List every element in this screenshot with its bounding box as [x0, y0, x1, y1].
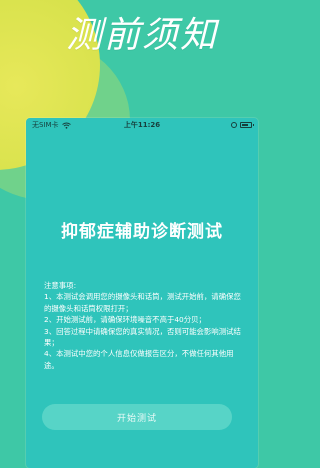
notice-item-2: 2、开始测试前，请确保环境噪音不高于40分贝； — [44, 315, 206, 325]
notice-item-4: 4、本测试中您的个人信息仅做报告区分，不做任何其他用途。 — [44, 349, 234, 370]
battery-icon — [240, 122, 254, 128]
status-bar: 无SIM卡 上午11:26 — [26, 118, 258, 132]
battery-level — [242, 124, 248, 126]
start-test-button[interactable]: 开始测试 — [42, 404, 232, 430]
alarm-icon — [231, 122, 237, 128]
notice-item-1: 1、本测试会调用您的摄像头和话筒，测试开始前，请确保您的摄像头和话筒权限打开； — [44, 292, 241, 313]
page-headline: 测前须知 — [65, 15, 218, 56]
wifi-icon — [61, 122, 71, 129]
status-right — [231, 122, 254, 128]
test-title: 抑郁症辅助诊断测试 — [61, 222, 223, 242]
carrier-label: 无SIM卡 — [32, 121, 59, 129]
phone-screen: 无SIM卡 上午11:26 抑郁症辅助诊断测试 注意事项: 1、本测试会调用您的… — [26, 118, 258, 468]
notice-item-3: 3、回答过程中请确保您的真实情况，否则可能会影响测试结果； — [44, 326, 241, 348]
status-left: 无SIM卡 — [32, 120, 71, 130]
notice-section: 注意事项: 1、本测试会调用您的摄像头和话筒，测试开始前，请确保您的摄像头和话筒… — [44, 280, 242, 371]
notice-heading: 注意事项: — [44, 281, 77, 290]
